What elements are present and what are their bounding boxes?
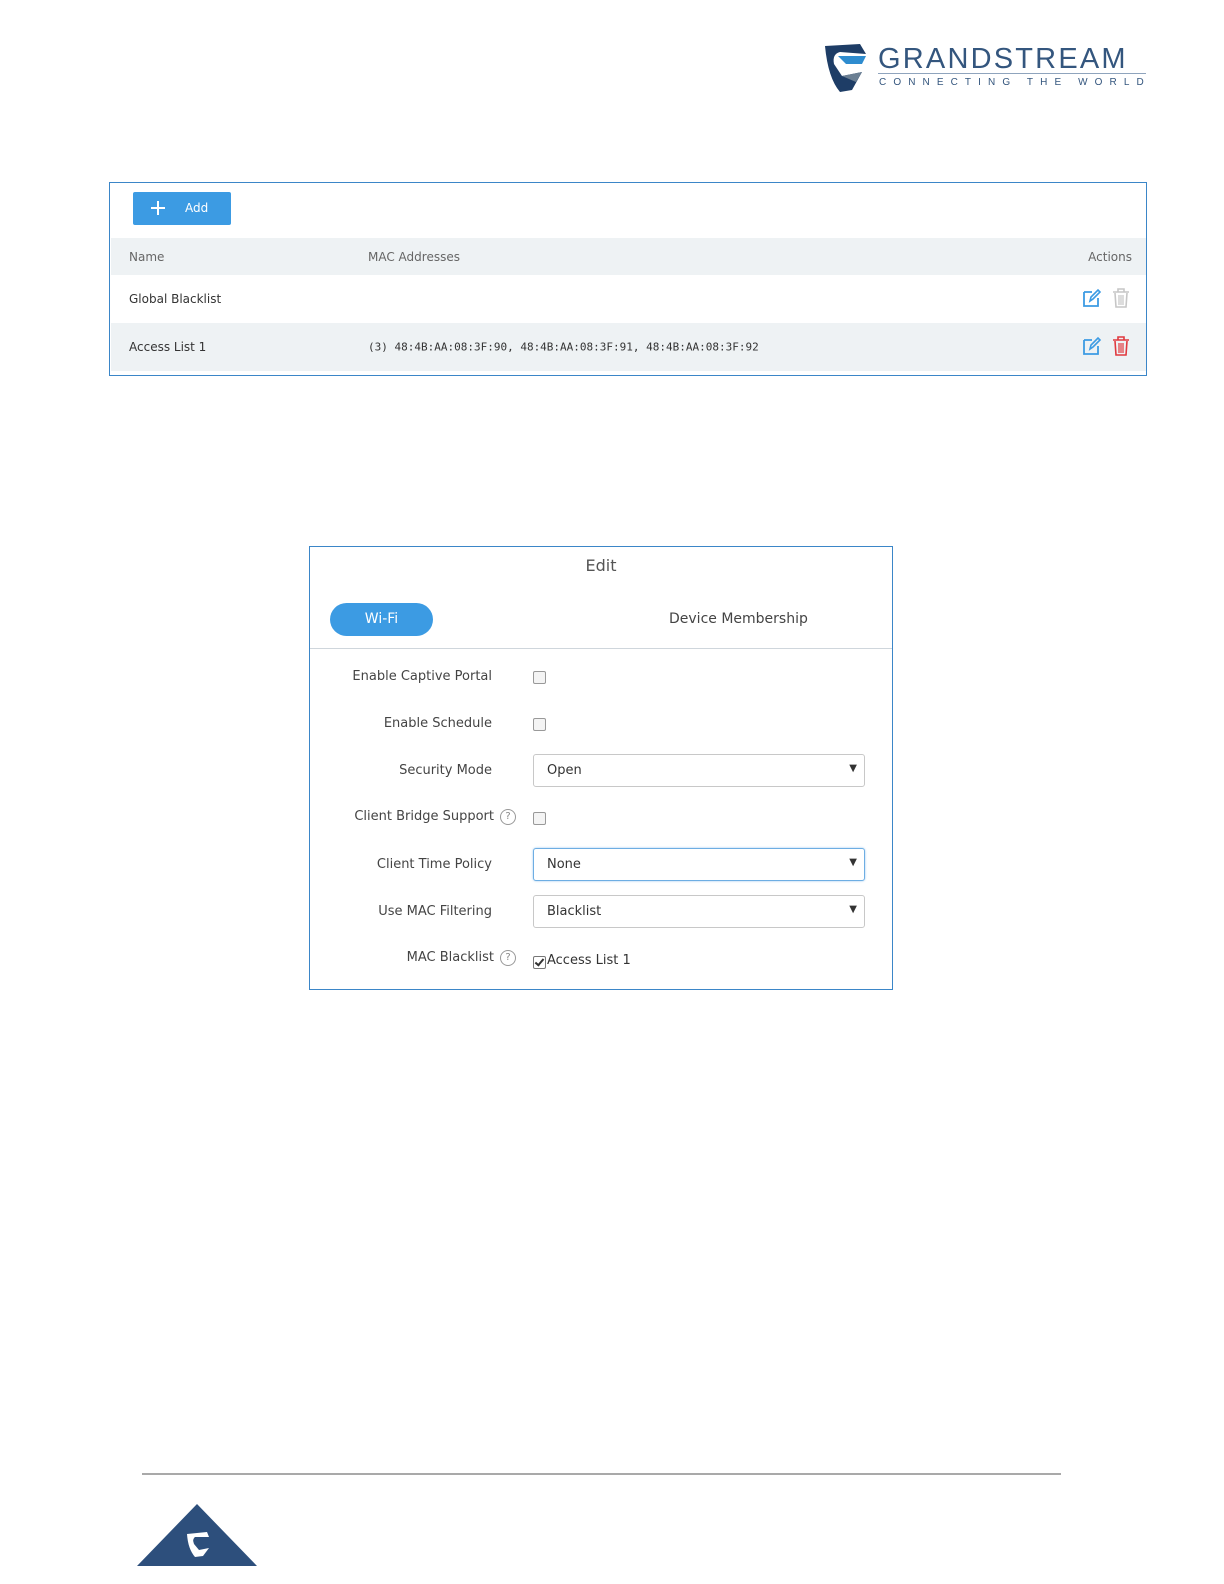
table-header: Name MAC Addresses Actions xyxy=(111,238,1146,275)
client-time-policy-select[interactable]: None ▼ xyxy=(533,848,865,881)
mac-filtering-label: Use MAC Filtering xyxy=(378,904,492,919)
security-mode-select[interactable]: Open ▼ xyxy=(533,754,865,787)
help-icon[interactable]: ? xyxy=(500,950,516,966)
brand-divider xyxy=(878,73,1146,74)
plus-icon xyxy=(150,200,166,216)
add-button-label: Add xyxy=(185,201,209,215)
security-mode-value: Open xyxy=(547,763,582,778)
trash-icon xyxy=(1113,288,1129,308)
trash-icon[interactable] xyxy=(1112,336,1130,356)
client-time-policy-value: None xyxy=(547,857,581,872)
schedule-checkbox[interactable] xyxy=(533,718,546,731)
access-list-panel: Add Name MAC Addresses Actions Global Bl… xyxy=(109,182,1147,376)
mac-blacklist-option-label: Access List 1 xyxy=(547,953,631,968)
captive-portal-checkbox[interactable] xyxy=(533,671,546,684)
grandstream-logo: GRANDSTREAM CONNECTING THE WORLD xyxy=(822,42,1152,96)
client-bridge-checkbox[interactable] xyxy=(533,812,546,825)
edit-dialog: Edit Wi-Fi Device Membership Enable Capt… xyxy=(309,546,893,990)
mac-blacklist-label: MAC Blacklist xyxy=(406,950,494,965)
footer-divider xyxy=(142,1473,1061,1475)
column-header-mac-addresses: MAC Addresses xyxy=(368,249,460,264)
tab-device-membership[interactable]: Device Membership xyxy=(669,611,808,627)
row-name: Global Blacklist xyxy=(129,292,222,306)
captive-portal-label: Enable Captive Portal xyxy=(352,669,492,684)
security-mode-label: Security Mode xyxy=(399,763,492,778)
footer-logo-icon xyxy=(137,1504,257,1566)
mac-blacklist-label-group: MAC Blacklist? xyxy=(407,950,516,966)
edit-icon[interactable] xyxy=(1082,288,1102,308)
mac-filtering-select[interactable]: Blacklist ▼ xyxy=(533,895,865,928)
row-actions xyxy=(1082,288,1132,310)
dropdown-caret-icon: ▼ xyxy=(849,763,857,774)
schedule-label: Enable Schedule xyxy=(383,716,492,731)
mac-filtering-value: Blacklist xyxy=(547,904,602,919)
grandstream-emblem-icon xyxy=(825,44,866,92)
brand-name: GRANDSTREAM xyxy=(878,43,1128,75)
client-bridge-label-group: Client Bridge Support? xyxy=(354,809,516,825)
help-icon[interactable]: ? xyxy=(500,809,516,825)
dropdown-caret-icon: ▼ xyxy=(849,857,857,868)
client-bridge-label: Client Bridge Support xyxy=(354,809,494,824)
edit-icon[interactable] xyxy=(1082,336,1102,356)
row-mac-addresses: (3) 48:4B:AA:08:3F:90, 48:4B:AA:08:3F:91… xyxy=(368,340,759,354)
dropdown-caret-icon: ▼ xyxy=(849,904,857,915)
dialog-title: Edit xyxy=(585,556,617,575)
column-header-name: Name xyxy=(129,249,165,264)
client-time-policy-label: Client Time Policy xyxy=(376,857,492,872)
table-row: Access List 1 (3) 48:4B:AA:08:3F:90, 48:… xyxy=(111,323,1146,371)
mac-blacklist-checkbox[interactable] xyxy=(533,956,546,969)
dialog-divider xyxy=(310,648,892,649)
add-button[interactable]: Add xyxy=(133,192,231,225)
table-row: Global Blacklist xyxy=(111,275,1146,323)
row-actions xyxy=(1082,336,1132,358)
brand-tagline: CONNECTING THE WORLD xyxy=(879,77,1151,88)
tab-wifi[interactable]: Wi-Fi xyxy=(330,603,433,636)
column-header-actions: Actions xyxy=(1088,249,1132,264)
row-name: Access List 1 xyxy=(129,340,207,354)
